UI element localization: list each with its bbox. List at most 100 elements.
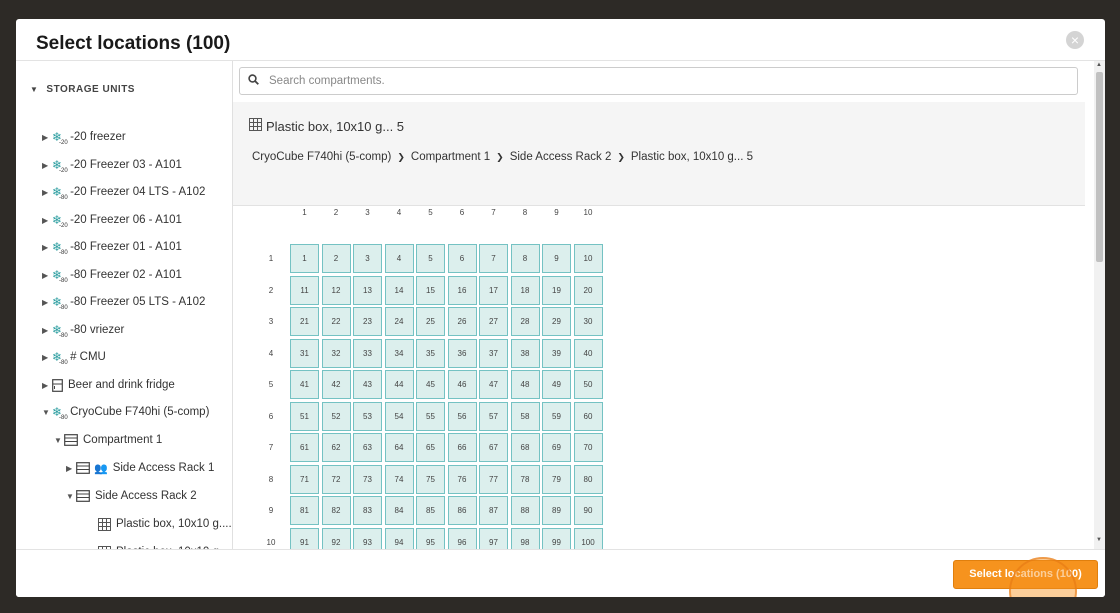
tree-item[interactable]: ▶ ❄ -80 # CMU: [42, 348, 106, 366]
grid-cell[interactable]: 60: [573, 401, 603, 431]
tree-item[interactable]: ▶ ❄ -20 -20 Freezer 06 - A101: [42, 211, 182, 229]
grid-cell[interactable]: 82: [321, 496, 351, 525]
grid-cell[interactable]: 22: [321, 307, 351, 336]
caret-right-icon[interactable]: ▶: [42, 161, 52, 170]
tree-item[interactable]: ▼ Side Access Rack 2: [66, 487, 197, 505]
grid-cell[interactable]: 21: [290, 307, 319, 336]
tree-item[interactable]: ▶ ❄ -80 -80 Freezer 02 - A101: [42, 266, 182, 284]
grid-cell[interactable]: 33: [353, 338, 382, 368]
grid-cell[interactable]: 30: [573, 307, 603, 336]
grid-cell[interactable]: 28: [510, 307, 540, 336]
caret-right-icon[interactable]: ▶: [42, 298, 52, 307]
select-locations-button[interactable]: Select locations (100): [953, 560, 1098, 589]
grid-cell[interactable]: 87: [479, 496, 508, 525]
grid-cell[interactable]: 64: [384, 433, 414, 462]
grid-cell[interactable]: 67: [479, 433, 508, 462]
grid-cell[interactable]: 49: [542, 370, 571, 399]
breadcrumb-item[interactable]: Compartment 1: [411, 151, 490, 163]
grid-cell[interactable]: 59: [542, 401, 571, 431]
grid-cell[interactable]: 2: [321, 244, 351, 273]
grid-cell[interactable]: 41: [290, 370, 319, 399]
grid-cell[interactable]: 65: [416, 433, 445, 462]
tree-item[interactable]: ▶ ❄ -20 -20 freezer: [42, 128, 126, 146]
grid-cell[interactable]: 5: [416, 244, 445, 273]
grid-cell[interactable]: 11: [290, 275, 319, 305]
close-button[interactable]: ×: [1066, 31, 1084, 49]
grid-cell[interactable]: 69: [542, 433, 571, 462]
grid-cell[interactable]: 74: [384, 464, 414, 494]
grid-cell[interactable]: 63: [353, 433, 382, 462]
grid-cell[interactable]: 26: [447, 307, 477, 336]
grid-cell[interactable]: 71: [290, 464, 319, 494]
caret-right-icon[interactable]: ▶: [42, 188, 52, 197]
grid-cell[interactable]: 52: [321, 401, 351, 431]
grid-cell[interactable]: 100: [573, 527, 603, 549]
grid-cell[interactable]: 34: [384, 338, 414, 368]
grid-cell[interactable]: 97: [479, 527, 508, 549]
grid-cell[interactable]: 73: [353, 464, 382, 494]
grid-cell[interactable]: 89: [542, 496, 571, 525]
grid-cell[interactable]: 27: [479, 307, 508, 336]
grid-cell[interactable]: 90: [573, 496, 603, 525]
caret-down-icon[interactable]: ▼: [66, 492, 76, 501]
grid-cell[interactable]: 13: [353, 275, 382, 305]
tree-item[interactable]: ▶ ❄ -80 -20 Freezer 04 LTS - A102: [42, 183, 205, 201]
caret-down-icon[interactable]: ▼: [54, 436, 64, 445]
grid-cell[interactable]: 48: [510, 370, 540, 399]
grid-cell[interactable]: 62: [321, 433, 351, 462]
caret-right-icon[interactable]: ▶: [42, 353, 52, 362]
grid-cell[interactable]: 76: [447, 464, 477, 494]
caret-right-icon[interactable]: ▶: [42, 271, 52, 280]
tree-item[interactable]: ▶ 👥 Side Access Rack 1: [66, 459, 214, 477]
caret-right-icon[interactable]: ▶: [42, 381, 52, 390]
grid-cell[interactable]: 16: [447, 275, 477, 305]
grid-cell[interactable]: 39: [542, 338, 571, 368]
grid-cell[interactable]: 86: [447, 496, 477, 525]
scroll-down-icon[interactable]: ▼: [1096, 537, 1102, 543]
tree-item[interactable]: ▼ ❄ -80 CryoCube F740hi (5-comp): [42, 403, 209, 421]
scroll-thumb[interactable]: [1096, 72, 1103, 262]
grid-cell[interactable]: 96: [447, 527, 477, 549]
caret-right-icon[interactable]: ▶: [66, 464, 76, 473]
grid-cell[interactable]: 31: [290, 338, 319, 368]
grid-cell[interactable]: 81: [290, 496, 319, 525]
scroll-up-icon[interactable]: ▲: [1096, 62, 1102, 68]
search-box[interactable]: [239, 67, 1078, 95]
grid-cell[interactable]: 79: [542, 464, 571, 494]
grid-cell[interactable]: 37: [479, 338, 508, 368]
grid-cell[interactable]: 36: [447, 338, 477, 368]
tree-item[interactable]: ▶ Beer and drink fridge: [42, 376, 175, 394]
grid-cell[interactable]: 45: [416, 370, 445, 399]
grid-cell[interactable]: 1: [290, 244, 319, 273]
grid-cell[interactable]: 50: [573, 370, 603, 399]
tree-item[interactable]: ▶ ❄ -20 -20 Freezer 03 - A101: [42, 156, 182, 174]
tree-item[interactable]: ▶ ❄ -80 -80 Freezer 05 LTS - A102: [42, 293, 205, 311]
storage-units-header[interactable]: ▼ STORAGE UNITS: [30, 84, 135, 95]
grid-cell[interactable]: 15: [416, 275, 445, 305]
grid-cell[interactable]: 9: [542, 244, 571, 273]
grid-cell[interactable]: 38: [510, 338, 540, 368]
grid-cell[interactable]: 94: [384, 527, 414, 549]
grid-cell[interactable]: 95: [416, 527, 445, 549]
grid-cell[interactable]: 40: [573, 338, 603, 368]
grid-cell[interactable]: 44: [384, 370, 414, 399]
search-input[interactable]: [267, 74, 1061, 88]
grid-cell[interactable]: 35: [416, 338, 445, 368]
grid-cell[interactable]: 57: [479, 401, 508, 431]
grid-cell[interactable]: 75: [416, 464, 445, 494]
grid-cell[interactable]: 43: [353, 370, 382, 399]
tree-item[interactable]: ▶ ❄ -80 -80 Freezer 01 - A101: [42, 238, 182, 256]
grid-cell[interactable]: 92: [321, 527, 351, 549]
grid-cell[interactable]: 83: [353, 496, 382, 525]
grid-cell[interactable]: 47: [479, 370, 508, 399]
grid-cell[interactable]: 84: [384, 496, 414, 525]
grid-cell[interactable]: 70: [573, 433, 603, 462]
grid-cell[interactable]: 72: [321, 464, 351, 494]
grid-cell[interactable]: 20: [573, 275, 603, 305]
grid-cell[interactable]: 91: [290, 527, 319, 549]
grid-cell[interactable]: 56: [447, 401, 477, 431]
caret-right-icon[interactable]: ▶: [42, 133, 52, 142]
grid-cell[interactable]: 54: [384, 401, 414, 431]
grid-cell[interactable]: 99: [542, 527, 571, 549]
tree-item[interactable]: ▼ Compartment 1: [54, 431, 162, 449]
